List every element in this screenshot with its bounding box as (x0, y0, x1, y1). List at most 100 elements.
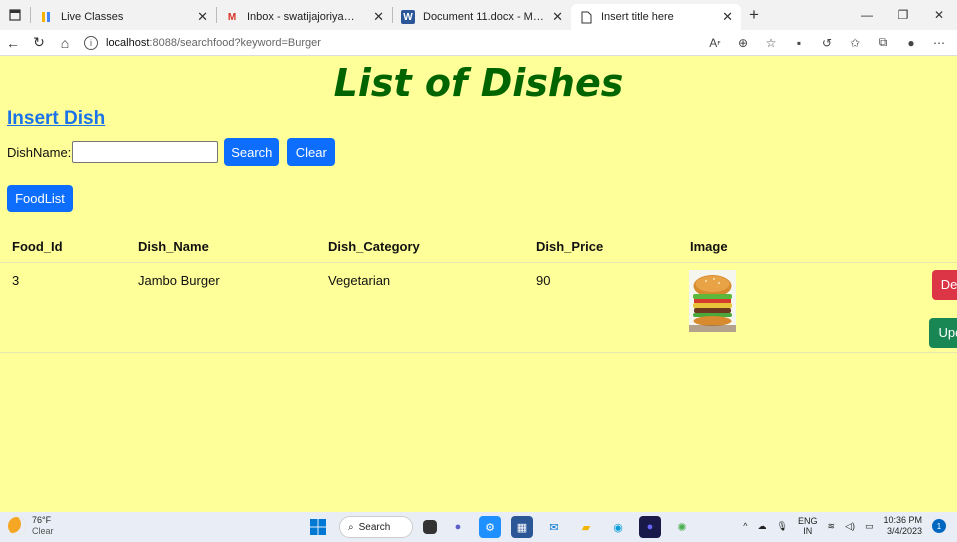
app-icon[interactable]: ● (639, 516, 661, 538)
header-image: Image (678, 232, 828, 263)
settings-app-icon[interactable]: ⚙ (479, 516, 501, 538)
tab-word-document[interactable]: W Document 11.docx - Microsoft W ✕ (393, 4, 571, 30)
info-icon[interactable]: i (84, 35, 98, 50)
cell-food-id: 3 (0, 262, 126, 353)
update-button[interactable]: Update (929, 317, 957, 348)
favorites-icon[interactable]: ✩ (841, 36, 869, 50)
minimize-icon[interactable]: — (849, 0, 885, 30)
tab-live-classes[interactable]: Live Classes ✕ (31, 4, 216, 30)
microphone-icon[interactable]: 🎙 (777, 521, 788, 532)
header-dish-price: Dish_Price (524, 232, 678, 263)
tab-insert-title[interactable]: Insert title here ✕ (571, 4, 741, 30)
insert-dish-link[interactable]: Insert Dish (7, 108, 105, 130)
page-title: List of Dishes (333, 61, 624, 105)
lang-code: ENG (797, 516, 818, 526)
dishes-table: Food_Id Dish_Name Dish_Category Dish_Pri… (0, 232, 957, 353)
back-arrow-icon[interactable]: ← (0, 30, 26, 56)
restore-icon[interactable]: ❐ (885, 0, 921, 30)
dish-name-input[interactable] (72, 141, 219, 163)
cloud-icon[interactable]: ☁ (758, 521, 767, 532)
zoom-icon[interactable]: ⊕ (729, 36, 757, 50)
cell-dish-price: 90 (524, 262, 678, 353)
window-controls: — ❐ ✕ (849, 0, 957, 30)
region-code: IN (803, 526, 813, 536)
refresh-extension-icon[interactable]: ↺ (813, 36, 841, 50)
cell-actions: Delete Update (828, 262, 957, 353)
profile-icon[interactable]: ● (897, 36, 925, 50)
clock-date: 3/4/2023 (886, 526, 922, 536)
tab-gmail-inbox[interactable]: M Inbox - swatijajoriya@gmail.com ✕ (217, 4, 392, 30)
language-indicator[interactable]: ENG IN (798, 516, 818, 536)
battery-icon[interactable]: ▭ (865, 521, 874, 532)
header-food-id: Food_Id (0, 232, 126, 263)
clear-button[interactable]: Clear (287, 138, 336, 166)
table-row: 3 Jambo Burger Vegetarian 90 De Up (0, 262, 957, 353)
weather-desc: Clear (32, 526, 54, 536)
header-dish-category: Dish_Category (316, 232, 524, 263)
wifi-icon[interactable]: ≋ (827, 521, 835, 532)
windows-taskbar: 76°F Clear ⌕ Search ● ⚙ ▦ ✉ ▰ ◉ ● ✺ ^ ☁ … (0, 512, 957, 542)
page-icon (579, 10, 593, 24)
tab-title: Document 11.docx - Microsoft W (423, 11, 545, 23)
tab-title: Inbox - swatijajoriya@gmail.com (247, 11, 365, 23)
taskbar-search-label: Search (358, 521, 391, 533)
extension-icon[interactable]: ▪ (785, 36, 813, 50)
cell-dish-name: Jambo Burger (126, 262, 316, 353)
page-content: List of Dishes Insert Dish DishName: Sea… (0, 56, 957, 512)
collections-icon[interactable]: ⧉ (869, 35, 897, 50)
clock-time: 10:36 PM (883, 515, 922, 525)
url-field[interactable]: i localhost:8088/searchfood?keyword=Burg… (78, 32, 701, 54)
cell-dish-category: Vegetarian (316, 262, 524, 353)
url-host: localhost (106, 36, 150, 49)
more-icon[interactable]: ⋯ (925, 36, 953, 50)
close-window-icon[interactable]: ✕ (921, 0, 957, 30)
close-icon[interactable]: ✕ (722, 9, 733, 25)
header-dish-name: Dish_Name (126, 232, 316, 263)
clock[interactable]: 10:36 PM 3/4/2023 (883, 515, 922, 537)
weather-temp: 76°F (32, 515, 52, 525)
delete-button[interactable]: Delete (932, 269, 957, 300)
tab-title: Insert title here (601, 11, 674, 23)
tab-title: Live Classes (61, 11, 124, 23)
search-icon: ⌕ (348, 521, 354, 533)
dish-name-label: DishName: (7, 144, 72, 160)
close-icon[interactable]: ✕ (373, 9, 384, 25)
tab-actions-icon[interactable] (0, 0, 30, 30)
edge-browser-icon[interactable]: ◉ (607, 516, 629, 538)
live-classes-icon (39, 10, 53, 24)
browser-toolbar: Aꜰ ⊕ ☆ ▪ ↺ ✩ ⧉ ● ⋯ (701, 35, 957, 50)
url-path: :8088/searchfood?keyword=Burger (149, 36, 321, 49)
task-view-icon[interactable] (423, 520, 437, 534)
address-bar: ← ↻ ⌂ i localhost:8088/searchfood?keywor… (0, 30, 957, 56)
volume-icon[interactable]: ◁) (845, 521, 855, 532)
file-explorer-icon[interactable]: ▰ (575, 516, 597, 538)
gmail-icon: M (227, 11, 237, 23)
close-icon[interactable]: ✕ (197, 9, 208, 25)
windows-start-icon[interactable] (307, 516, 329, 538)
home-icon[interactable]: ⌂ (52, 30, 78, 56)
close-icon[interactable]: ✕ (552, 9, 563, 25)
foodlist-button[interactable]: FoodList (7, 185, 73, 212)
mail-icon[interactable]: ✉ (543, 516, 565, 538)
table-header-row: Food_Id Dish_Name Dish_Category Dish_Pri… (0, 232, 957, 263)
browser-tab-bar: Live Classes ✕ M Inbox - swatijajoriya@g… (0, 0, 957, 30)
chat-icon[interactable]: ● (447, 516, 469, 538)
taskbar-apps: ⌕ Search ● ⚙ ▦ ✉ ▰ ◉ ● ✺ (302, 516, 698, 538)
search-button[interactable]: Search (224, 138, 280, 166)
header-actions (828, 232, 957, 263)
chrome-extension-icon[interactable]: ✺ (671, 516, 693, 538)
taskbar-search[interactable]: ⌕ Search (339, 516, 413, 538)
refresh-icon[interactable]: ↻ (26, 30, 52, 56)
system-tray: ^ ☁ 🎙 ENG IN ≋ ◁) ▭ 10:36 PM 3/4/2023 1 (738, 515, 951, 537)
burger-image (689, 269, 736, 332)
search-form: DishName: Search Clear (7, 138, 336, 166)
favorite-star-icon[interactable]: ☆ (757, 36, 785, 50)
chevron-up-icon[interactable]: ^ (743, 521, 747, 531)
read-aloud-icon[interactable]: Aꜰ (701, 36, 729, 50)
weather-widget[interactable]: 76°F Clear (8, 515, 54, 537)
store-icon[interactable]: ▦ (511, 516, 533, 538)
new-tab-button[interactable]: + (741, 5, 767, 25)
moon-icon (8, 517, 26, 535)
notification-badge[interactable]: 1 (932, 519, 946, 533)
word-icon: W (401, 10, 415, 24)
